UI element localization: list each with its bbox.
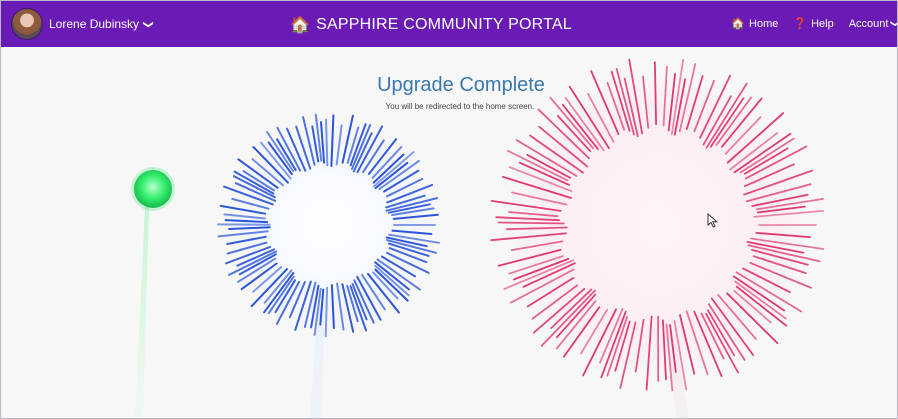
home-building-icon: 🏠 [290, 17, 311, 34]
redirect-message: You will be redirected to the home scree… [385, 102, 535, 111]
avatar [11, 8, 43, 40]
home-icon: 🏠 [731, 18, 746, 30]
user-menu[interactable]: Lorene Dubinsky ❯ [11, 7, 154, 41]
green-rocket-trail [135, 207, 149, 418]
nav-account-link[interactable]: Account ❯ [848, 17, 897, 30]
nav-home-link[interactable]: 🏠 Home [731, 17, 779, 31]
nav-home-label: Home [749, 17, 779, 30]
firework-ray [324, 286, 329, 338]
nav-help-link[interactable]: ❓ Help [793, 17, 834, 31]
firework-ray [325, 118, 329, 167]
page-title: Upgrade Complete [377, 74, 545, 96]
nav-links: 🏠 Home ❓ Help Account ❯ [716, 17, 897, 31]
help-icon: ❓ [793, 18, 808, 30]
user-name: Lorene Dubinsky [49, 17, 140, 31]
portal-title: 🏠 SAPPHIRE COMMUNITY PORTAL [290, 15, 572, 35]
main-content: Upgrade Complete You will be redirected … [1, 47, 897, 418]
chevron-down-icon: ❯ [890, 20, 897, 28]
mouse-cursor-icon [707, 213, 719, 228]
nav-help-label: Help [811, 17, 834, 30]
chevron-down-icon: ❯ [142, 19, 154, 29]
green-rocket-ball [134, 170, 172, 208]
portal-title-text: SAPPHIRE COMMUNITY PORTAL [316, 16, 572, 33]
nav-account-label: Account [848, 17, 889, 30]
firework-ray [497, 221, 565, 225]
app-window: Lorene Dubinsky ❯ 🏠 SAPPHIRE COMMUNITY P… [0, 0, 898, 419]
top-navbar: Lorene Dubinsky ❯ 🏠 SAPPHIRE COMMUNITY P… [1, 1, 897, 47]
